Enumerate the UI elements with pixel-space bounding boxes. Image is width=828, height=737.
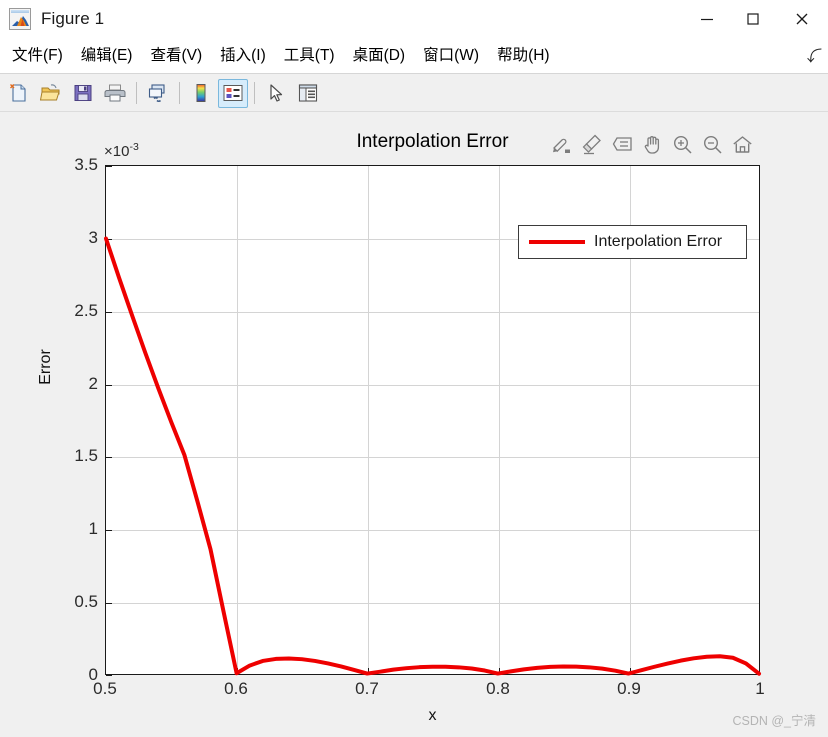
toolbar-separator-2 (179, 82, 180, 104)
open-file-icon[interactable] (36, 79, 66, 108)
y-tick-label: 1 (88, 519, 98, 539)
menu-view[interactable]: 查看(V) (141, 38, 211, 73)
menu-edit[interactable]: 编辑(E) (72, 38, 142, 73)
matlab-membrane-icon (9, 8, 31, 30)
menu-overflow-arrow-icon[interactable]: ⤵ (807, 45, 822, 66)
menu-help[interactable]: 帮助(H) (488, 38, 559, 73)
y-tick-label: 3 (88, 227, 98, 247)
y-exponent-base: ×10 (104, 143, 130, 160)
x-tick-label: 0.9 (617, 679, 641, 698)
y-exponent-power: -3 (129, 141, 139, 153)
x-tick-labels: 0.5 0.6 0.7 0.8 0.9 1 (93, 679, 765, 705)
minimize-button[interactable] (684, 0, 730, 38)
edit-plot-pointer-icon[interactable] (261, 79, 291, 108)
maximize-button[interactable] (730, 0, 776, 38)
y-tick-label: 3.5 (74, 155, 98, 174)
y-axis-label: Error (37, 349, 54, 385)
link-plot-icon[interactable] (143, 79, 173, 108)
y-tick-label: 1.5 (74, 446, 98, 466)
title-bar: Figure 1 (0, 0, 828, 38)
insert-colorbar-icon[interactable] (186, 79, 216, 108)
plot-area[interactable]: Interpolation Error (104, 165, 761, 676)
legend-label: Interpolation Error (594, 233, 723, 250)
x-tick-label: 0.6 (224, 679, 248, 698)
legend-color-swatch (529, 240, 585, 244)
x-axis-label: x (428, 707, 437, 724)
print-figure-icon[interactable] (100, 79, 130, 108)
menu-desktop[interactable]: 桌面(D) (344, 38, 415, 73)
new-figure-icon[interactable] (4, 79, 34, 108)
insert-legend-icon[interactable] (218, 78, 248, 108)
toolbar-separator-3 (254, 82, 255, 104)
window-controls (684, 0, 828, 38)
close-button[interactable] (776, 0, 828, 38)
x-tick-label: 0.8 (486, 679, 510, 698)
toolbar-separator-1 (136, 82, 137, 104)
window-title: Figure 1 (41, 9, 105, 28)
x-tick-label: 1 (755, 679, 765, 698)
watermark: CSDN @_宁清 (732, 714, 816, 728)
y-axis-exponent-label: ×10-3 (104, 141, 139, 160)
plot-legend[interactable]: Interpolation Error (518, 225, 747, 259)
save-figure-icon[interactable] (68, 79, 98, 108)
menu-bar: 文件(F) 编辑(E) 查看(V) 插入(I) 工具(T) 桌面(D) 窗口(W… (0, 38, 828, 74)
x-tick-label: 0.7 (355, 679, 379, 698)
figure-toolbar (0, 75, 828, 112)
menu-window[interactable]: 窗口(W) (414, 38, 488, 73)
matlab-figure-window: Figure 1 文件(F) 编辑(E) 查看(V) 插入(I) 工具(T) 桌… (0, 0, 828, 737)
plot-browser-icon[interactable] (293, 79, 323, 108)
menu-file[interactable]: 文件(F) (3, 38, 72, 73)
x-tick-label: 0.5 (93, 679, 117, 698)
plot-title: Interpolation Error (356, 131, 509, 152)
y-tick-label: 0.5 (74, 592, 98, 612)
menu-tools[interactable]: 工具(T) (275, 38, 344, 73)
menu-insert[interactable]: 插入(I) (211, 38, 275, 73)
figure-canvas: Interpolation Error ×10-3 0 0.5 1 1.5 2 … (0, 113, 828, 737)
y-tick-label: 0 (88, 665, 98, 684)
